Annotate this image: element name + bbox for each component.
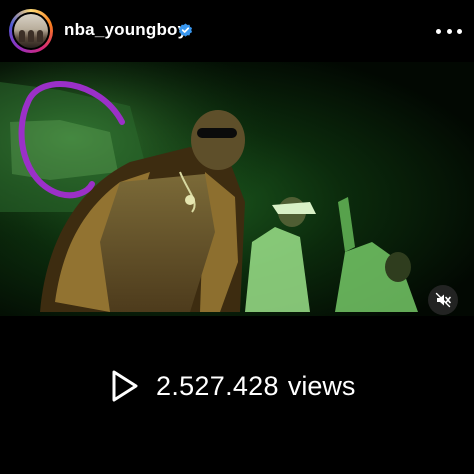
background-head (385, 252, 411, 282)
more-options-button[interactable] (436, 18, 462, 44)
mute-button[interactable] (428, 285, 458, 315)
dot (436, 28, 441, 34)
video-player[interactable] (0, 62, 474, 316)
person-head (191, 110, 245, 170)
post-header: nba_youngboy (0, 0, 474, 62)
avatar-figure (19, 30, 25, 42)
views-label: views (287, 370, 356, 401)
dot (446, 28, 452, 34)
avatar-figure (28, 30, 34, 42)
username[interactable]: nba_youngboy (64, 20, 187, 40)
dot (457, 28, 462, 34)
views-stats: 2.527.428 views (110, 366, 355, 406)
sunglasses (197, 128, 237, 138)
avatar-inner (12, 12, 50, 50)
pendant (185, 195, 195, 205)
avatar-photo (14, 14, 48, 48)
play-outline-icon (112, 370, 138, 402)
avatar-figure (37, 30, 43, 42)
avatar[interactable] (9, 9, 53, 53)
speaker-muted-icon (435, 292, 451, 308)
verified-badge-icon (178, 23, 193, 37)
video-frame (0, 62, 474, 316)
views-count: 2.527.428 (156, 370, 279, 401)
